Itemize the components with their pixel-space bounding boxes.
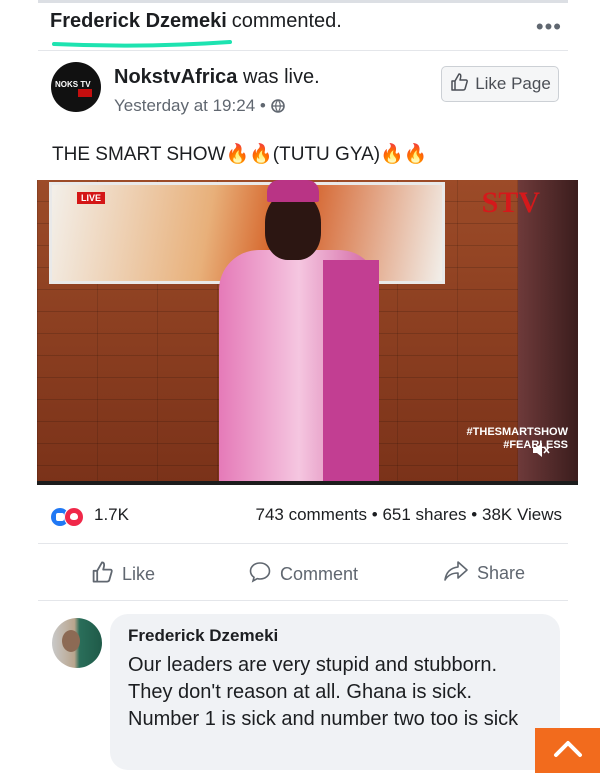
page-avatar-red-mark: [78, 89, 92, 97]
reaction-icons[interactable]: [50, 507, 90, 527]
globe-icon: [270, 98, 285, 118]
comment-button[interactable]: Comment: [248, 560, 358, 589]
video-hashtags: #THESMARTSHOW #FEARLESS: [467, 426, 568, 452]
divider: [38, 543, 568, 544]
chevron-up-icon: [553, 738, 583, 763]
like-page-button[interactable]: Like Page: [441, 66, 559, 102]
like-label: Like: [122, 564, 156, 584]
divider: [38, 600, 568, 601]
page-avatar[interactable]: NOKS TV: [51, 62, 101, 112]
page-title-line: NokstvAfrica was live.: [114, 66, 320, 89]
live-badge: LIVE: [77, 192, 106, 204]
meta-dot: •: [259, 96, 266, 115]
commenter-avatar-face: [62, 630, 80, 652]
hashtag-2: #FEARLESS: [503, 439, 568, 451]
comment-label: Comment: [280, 564, 359, 584]
post-meta: Yesterday at 19:24 •: [114, 96, 285, 118]
commented-label: commented.: [231, 10, 342, 32]
post-timestamp[interactable]: Yesterday at 19:24: [114, 96, 255, 115]
channel-logo: STV: [481, 186, 540, 219]
comment-bubble-icon: [248, 560, 272, 589]
like-page-label: Like Page: [475, 74, 551, 93]
love-reaction-icon: [64, 507, 84, 527]
presenter-hat: [267, 180, 319, 202]
post-action-bar: Like Comment Share: [38, 550, 568, 596]
divider: [38, 50, 568, 51]
stats-summary: 743 comments • 651 shares • 38K Views: [256, 505, 562, 525]
video-progress-bar[interactable]: [37, 481, 578, 485]
speaker-muted-icon[interactable]: [532, 442, 550, 463]
commenter-avatar[interactable]: [52, 618, 102, 668]
page-avatar-logo-text: NOKS TV: [55, 80, 91, 89]
ellipsis-icon[interactable]: •••: [536, 14, 562, 40]
top-divider: [38, 0, 568, 3]
live-video-player[interactable]: LIVE STV #THESMARTSHOW #FEARLESS: [37, 180, 578, 485]
comment-text: Our leaders are very stupid and stubborn…: [128, 654, 519, 730]
comment-bubble: Frederick Dzemeki Our leaders are very s…: [110, 614, 560, 770]
stats-dot: •: [371, 505, 378, 524]
share-count[interactable]: 651 shares: [382, 505, 466, 524]
post-text: THE SMART SHOW🔥🔥(TUTU GYA)🔥🔥: [52, 144, 428, 165]
thumbs-up-icon: [90, 560, 114, 589]
comment-author[interactable]: Frederick Dzemeki: [128, 626, 278, 646]
hashtag-1: #THESMARTSHOW: [466, 426, 568, 438]
comment-count[interactable]: 743 comments: [256, 505, 368, 524]
presenter-scarf: [323, 260, 379, 485]
reaction-count[interactable]: 1.7K: [94, 505, 129, 525]
page-name-link[interactable]: NokstvAfrica: [114, 66, 237, 88]
highlight-underline: [52, 40, 232, 48]
stats-dot: •: [471, 505, 478, 524]
scroll-to-top-button[interactable]: [535, 728, 600, 773]
engagement-stats: 1.7K 743 comments • 651 shares • 38K Vie…: [50, 505, 570, 529]
view-count: 38K Views: [481, 505, 562, 524]
share-arrow-icon: [443, 560, 469, 587]
commenter-name[interactable]: Frederick Dzemeki: [50, 10, 227, 32]
thumbs-up-icon: [449, 72, 469, 97]
share-label: Share: [477, 563, 526, 583]
share-button[interactable]: Share: [443, 560, 525, 587]
live-status-text: was live.: [242, 66, 320, 88]
presenter-head: [265, 192, 321, 260]
like-button[interactable]: Like: [90, 560, 155, 589]
